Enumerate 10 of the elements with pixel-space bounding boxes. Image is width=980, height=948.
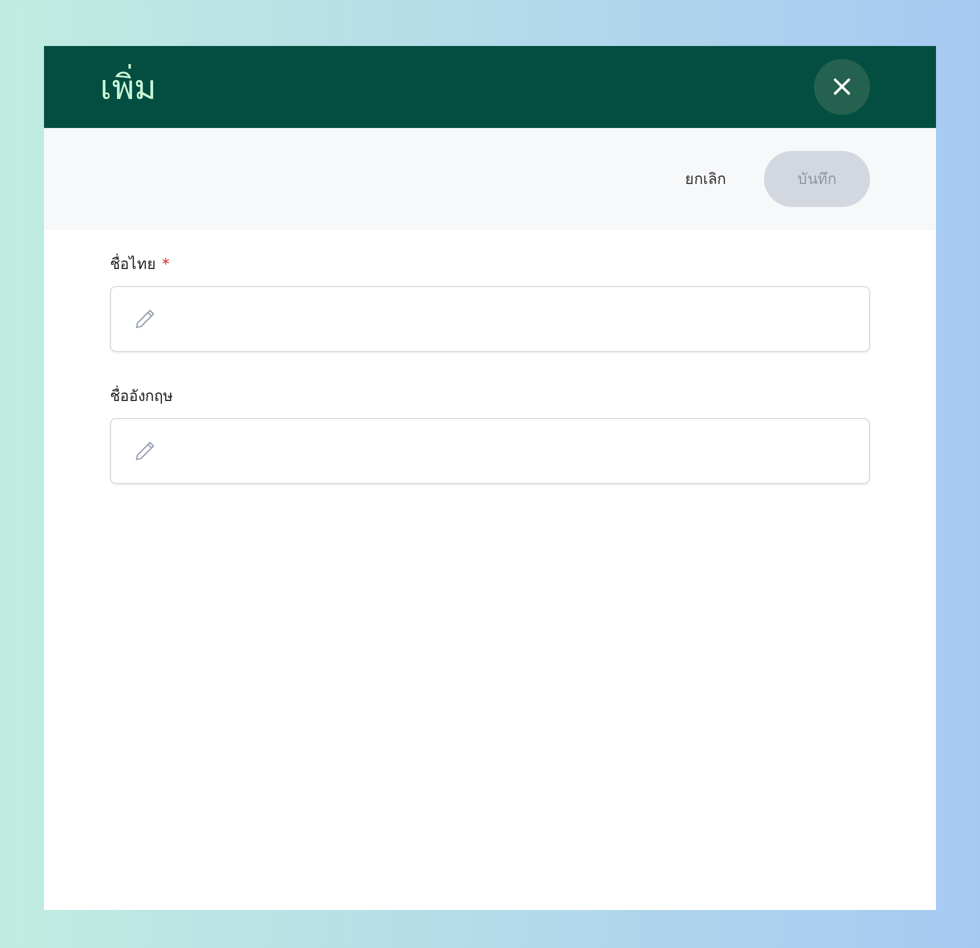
close-button[interactable]: ×: [814, 59, 870, 115]
dialog-title: เพิ่ม: [100, 60, 156, 114]
field-label: ชื่ออังกฤษ: [110, 384, 173, 407]
pencil-icon: [133, 439, 157, 463]
cancel-button[interactable]: ยกเลิก: [675, 159, 736, 199]
input-field[interactable]: [110, 418, 870, 484]
pencil-icon: [133, 307, 157, 331]
field-label: ชื่อไทย: [110, 252, 156, 275]
input-field[interactable]: [110, 286, 870, 352]
required-mark: *: [162, 255, 170, 273]
